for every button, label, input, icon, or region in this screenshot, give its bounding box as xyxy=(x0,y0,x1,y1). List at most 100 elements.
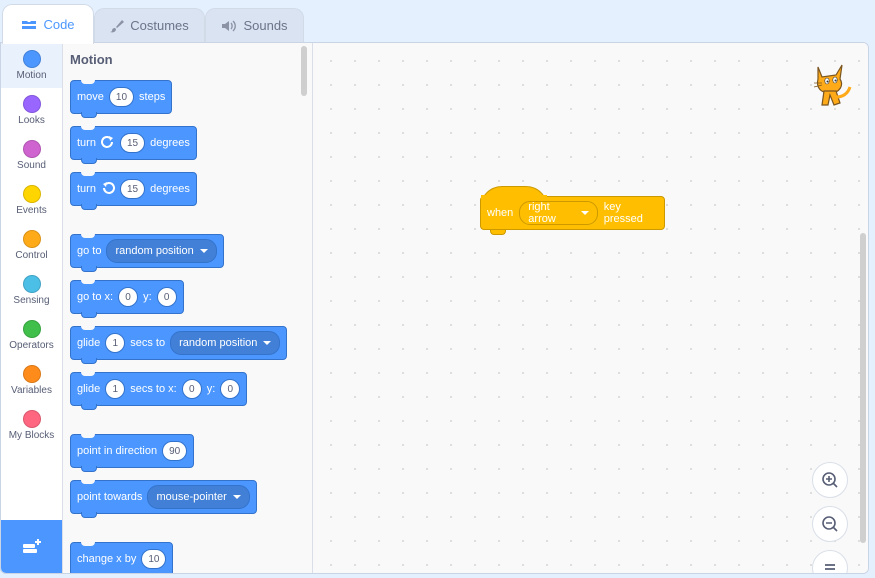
block-text: key pressed xyxy=(603,201,643,225)
caret-down-icon xyxy=(263,341,272,345)
motion-dot-icon xyxy=(22,50,41,68)
turn-right-block[interactable]: turn 15 degrees xyxy=(70,126,197,164)
go-to-xy-block[interactable]: go to x: 0 y: 0 xyxy=(70,280,184,318)
degrees-input[interactable]: 15 xyxy=(119,179,146,199)
category-label: Looks xyxy=(18,115,45,126)
block-text: point in direction xyxy=(77,445,158,457)
block-palette: Motion move 10 steps turn 15 degrees tur… xyxy=(63,43,313,573)
sound-dot-icon xyxy=(22,140,41,158)
code-icon xyxy=(22,20,37,29)
category-my-blocks[interactable]: My Blocks xyxy=(1,403,62,448)
zoom-in-button[interactable] xyxy=(812,462,848,498)
category-sensing[interactable]: Sensing xyxy=(1,268,62,313)
steps-input[interactable]: 10 xyxy=(108,87,135,107)
variables-dot-icon xyxy=(22,365,41,383)
glide-to-xy-block[interactable]: glide 1 secs to x: 0 y: 0 xyxy=(70,372,248,410)
block-text: secs to xyxy=(130,337,166,349)
block-text: turn xyxy=(77,183,96,195)
category-motion[interactable]: Motion xyxy=(1,43,62,88)
category-control[interactable]: Control xyxy=(1,223,62,268)
palette-scrollbar[interactable] xyxy=(301,46,307,96)
block-text: glide xyxy=(77,383,101,395)
x-input[interactable]: 0 xyxy=(118,287,139,307)
category-variables[interactable]: Variables xyxy=(1,358,62,403)
degrees-input[interactable]: 15 xyxy=(119,133,146,153)
code-editor: Motion Looks Sound Events Control Sensin… xyxy=(0,42,869,574)
point-in-direction-block[interactable]: point in direction 90 xyxy=(70,434,195,472)
y-input[interactable]: 0 xyxy=(156,287,177,307)
glide-dropdown[interactable]: random position xyxy=(170,331,281,355)
zoom-reset-button[interactable] xyxy=(812,550,848,573)
category-looks[interactable]: Looks xyxy=(1,88,62,133)
brush-icon xyxy=(110,19,125,32)
when-key-pressed-block[interactable]: when right arrow key pressed xyxy=(480,196,665,230)
dropdown-value: random position xyxy=(179,337,258,349)
category-menu: Motion Looks Sound Events Control Sensin… xyxy=(1,43,63,573)
point-towards-block[interactable]: point towards mouse-pointer xyxy=(70,480,257,518)
sensing-dot-icon xyxy=(22,275,41,293)
add-extension-button[interactable] xyxy=(1,520,62,573)
category-operators[interactable]: Operators xyxy=(1,313,62,358)
control-dot-icon xyxy=(22,230,41,248)
category-label: Motion xyxy=(16,70,47,81)
move-steps-block[interactable]: move 10 steps xyxy=(70,80,173,118)
secs-input[interactable]: 1 xyxy=(105,333,126,353)
category-label: Control xyxy=(15,250,48,261)
category-sound[interactable]: Sound xyxy=(1,133,62,178)
point-towards-dropdown[interactable]: mouse-pointer xyxy=(147,485,250,509)
block-text: degrees xyxy=(150,137,190,149)
block-text: point towards xyxy=(77,491,143,503)
go-to-block[interactable]: go to random position xyxy=(70,234,224,272)
palette-title: Motion xyxy=(70,52,113,67)
rotate-left-icon xyxy=(102,182,115,194)
operators-dot-icon xyxy=(22,320,41,338)
category-label: My Blocks xyxy=(8,430,55,441)
block-text: move xyxy=(77,91,104,103)
block-text: go to xyxy=(77,245,102,257)
tab-sounds[interactable]: Sounds xyxy=(205,8,304,42)
tab-costumes-label: Costumes xyxy=(130,18,189,33)
category-label: Operators xyxy=(9,340,54,351)
block-text: glide xyxy=(77,337,101,349)
block-text: y: xyxy=(143,291,152,303)
hat-block-cap-fill xyxy=(481,195,547,199)
block-text: when xyxy=(487,207,514,219)
y-input[interactable]: 0 xyxy=(220,379,241,399)
block-text: turn xyxy=(77,137,96,149)
cat-sprite-icon xyxy=(813,64,852,106)
tab-code[interactable]: Code xyxy=(2,4,94,44)
zoom-out-icon xyxy=(822,516,838,532)
sprite-thumbnail xyxy=(810,61,852,116)
glide-to-block[interactable]: glide 1 secs to random position xyxy=(70,326,288,364)
category-label: Variables xyxy=(11,385,52,396)
block-text: degrees xyxy=(150,183,190,195)
direction-input[interactable]: 90 xyxy=(162,441,188,461)
block-text: steps xyxy=(139,91,166,103)
rotate-right-icon xyxy=(100,136,113,148)
change-x-block[interactable]: change x by 10 xyxy=(70,542,174,573)
category-events[interactable]: Events xyxy=(1,178,62,223)
events-dot-icon xyxy=(22,185,41,203)
key-dropdown[interactable]: right arrow xyxy=(519,201,598,225)
block-text: change x by xyxy=(77,553,137,565)
speaker-icon xyxy=(222,20,237,31)
tab-code-label: Code xyxy=(43,17,75,32)
turn-left-block[interactable]: turn 15 degrees xyxy=(70,172,197,210)
workspace-scrollbar[interactable] xyxy=(860,233,866,543)
caret-down-icon xyxy=(199,249,208,253)
block-text: secs to x: xyxy=(130,383,177,395)
caret-down-icon xyxy=(232,495,241,499)
editor-tabs: Code Costumes Sounds xyxy=(0,0,875,44)
zoom-out-button[interactable] xyxy=(812,506,848,542)
my-blocks-dot-icon xyxy=(22,410,41,428)
x-input[interactable]: 0 xyxy=(181,379,202,399)
tab-costumes[interactable]: Costumes xyxy=(94,8,205,42)
secs-input[interactable]: 1 xyxy=(105,379,126,399)
category-label: Sensing xyxy=(13,295,50,306)
dropdown-value: random position xyxy=(115,245,194,257)
dropdown-value: right arrow xyxy=(528,201,556,225)
change-x-input[interactable]: 10 xyxy=(141,549,167,569)
category-label: Events xyxy=(16,205,47,216)
go-to-dropdown[interactable]: random position xyxy=(106,239,217,263)
script-workspace[interactable]: when right arrow key pressed xyxy=(313,43,868,573)
